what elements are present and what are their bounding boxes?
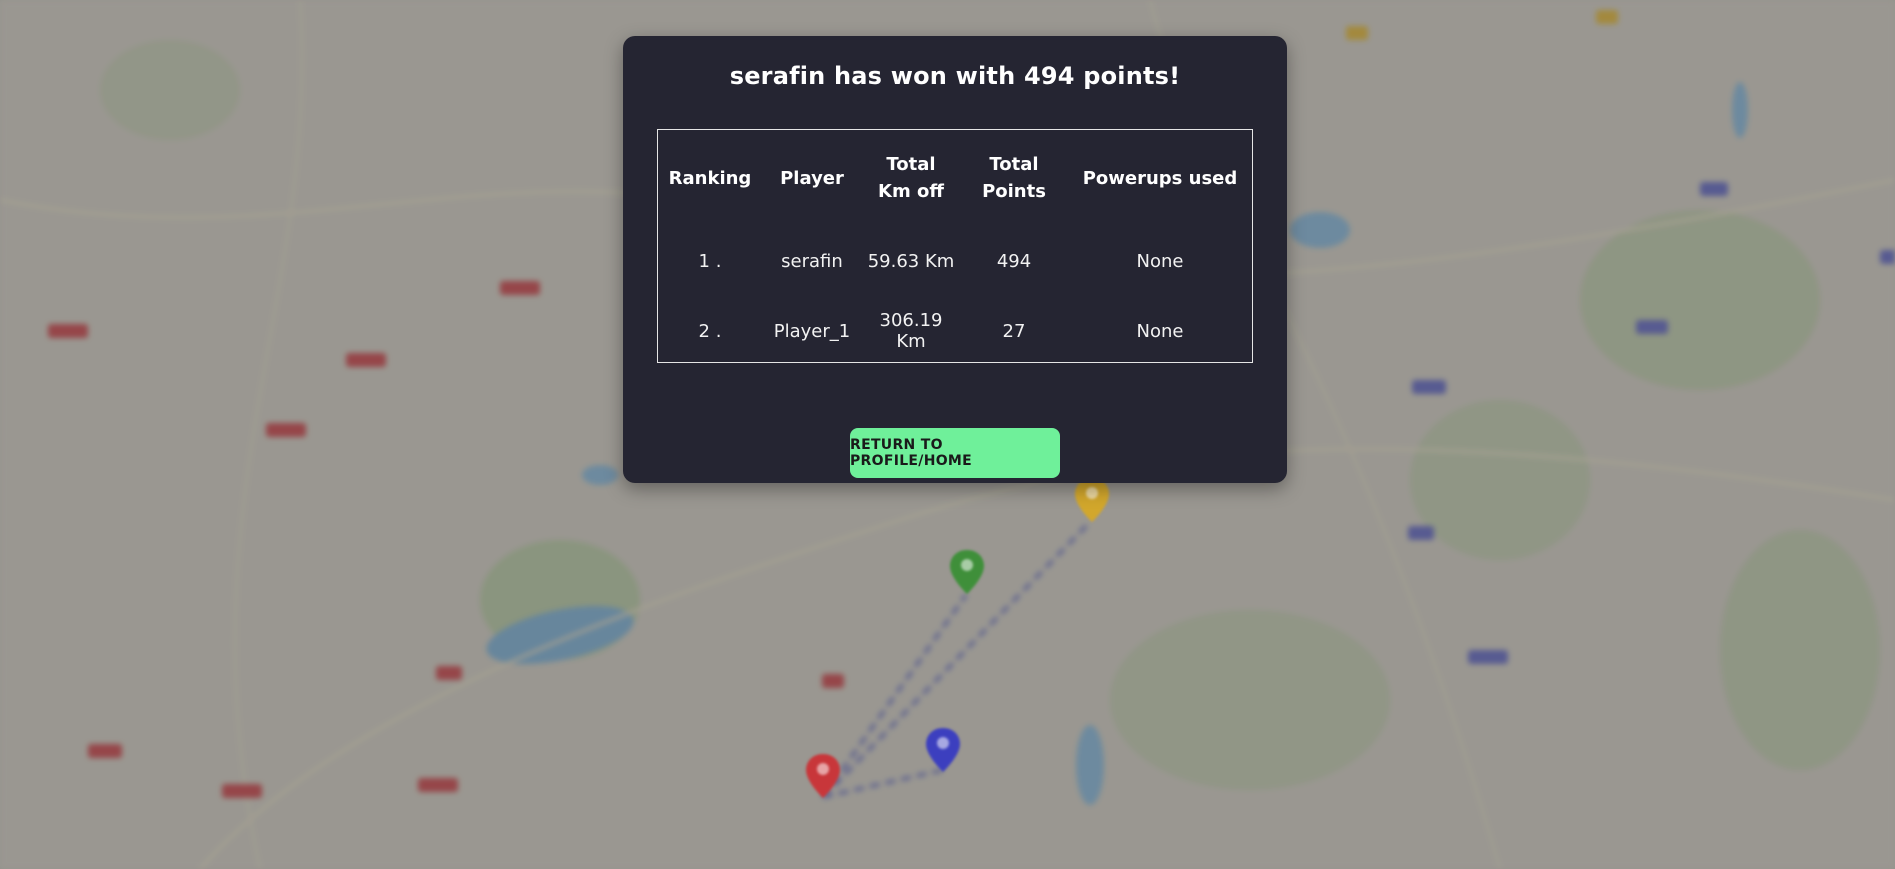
cell-km-off: 306.19 Km: [879, 310, 943, 352]
cell-km-off: 59.63 Km: [867, 250, 955, 272]
cell-rank: 1 .: [698, 250, 722, 272]
results-table-container: Ranking Player Total Km off Total Points…: [657, 129, 1253, 363]
cell-points: 27: [1002, 320, 1026, 342]
cell-player: serafin: [781, 250, 843, 272]
results-table: Ranking Player Total Km off Total Points…: [658, 130, 1252, 366]
table-row: 1 . serafin 59.63 Km 494 None: [658, 226, 1252, 296]
winner-title: serafin has won with 494 points!: [729, 62, 1181, 90]
header-player: Player: [780, 167, 844, 189]
cell-player: Player_1: [773, 320, 851, 342]
header-ranking: Ranking: [668, 167, 752, 189]
cell-powerups: None: [1136, 250, 1184, 272]
green-map-marker[interactable]: [947, 548, 987, 598]
cell-powerups: None: [1136, 320, 1184, 342]
return-to-profile-home-button[interactable]: RETURN TO PROFILE/HOME: [850, 428, 1060, 478]
red-map-marker[interactable]: [803, 752, 843, 802]
table-row: 2 . Player_1 306.19 Km 27 None: [658, 296, 1252, 366]
header-total-points: Total Points: [982, 154, 1046, 202]
blue-map-marker[interactable]: [923, 726, 963, 776]
results-modal: serafin has won with 494 points! Ranking…: [623, 36, 1287, 483]
header-powerups-used: Powerups used: [1082, 167, 1238, 189]
cell-rank: 2 .: [698, 320, 722, 342]
table-header-row: Ranking Player Total Km off Total Points…: [658, 130, 1252, 226]
header-total-km-off: Total Km off: [878, 154, 944, 202]
yellow-map-marker[interactable]: [1072, 476, 1112, 526]
cell-points: 494: [996, 250, 1032, 272]
